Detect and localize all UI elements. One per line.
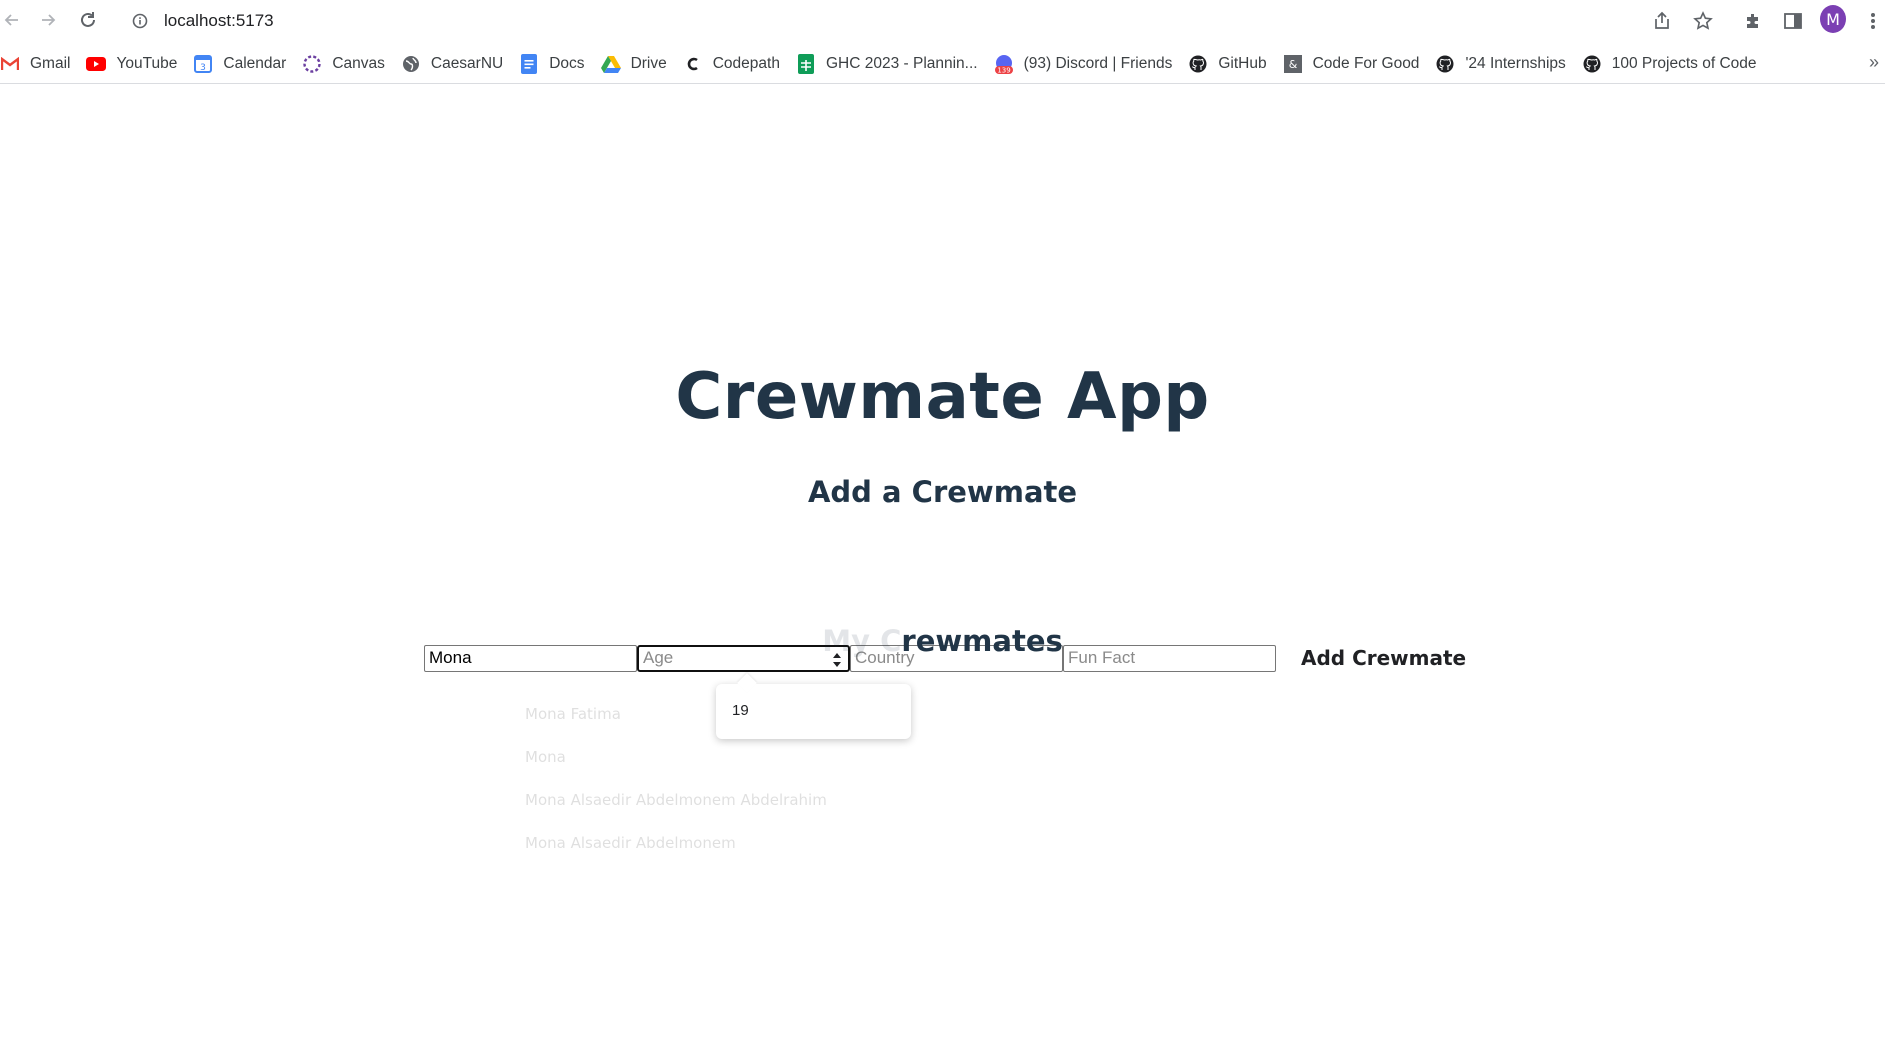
share-icon[interactable] bbox=[1649, 8, 1675, 34]
github-icon bbox=[1188, 54, 1208, 74]
bookmark-ghc-2023[interactable]: GHC 2023 - Plannin... bbox=[796, 48, 988, 80]
code-for-good-icon: & bbox=[1283, 54, 1303, 74]
my-crewmates-heading-visible-part: rewmates bbox=[901, 624, 1063, 658]
gmail-icon bbox=[0, 54, 20, 74]
profile-avatar[interactable]: M bbox=[1820, 5, 1846, 33]
bookmark-canvas[interactable]: Canvas bbox=[302, 48, 395, 80]
side-panel-icon[interactable] bbox=[1780, 8, 1806, 34]
browser-toolbar: localhost:5173 M bbox=[0, 0, 1885, 42]
github-icon bbox=[1435, 54, 1455, 74]
bookmark-drive[interactable]: Drive bbox=[600, 48, 677, 80]
bookmark-github[interactable]: GitHub bbox=[1188, 48, 1276, 80]
bookmark-100-projects[interactable]: 100 Projects of Code bbox=[1582, 48, 1767, 80]
autofill-option[interactable]: 19 bbox=[732, 702, 749, 719]
reload-icon[interactable] bbox=[76, 8, 100, 32]
chrome-menu-icon[interactable] bbox=[1860, 8, 1885, 34]
sheets-icon bbox=[796, 53, 816, 74]
bookmark-24-internships[interactable]: '24 Internships bbox=[1435, 48, 1575, 80]
github-icon bbox=[1582, 54, 1602, 74]
bookmark-docs[interactable]: Docs bbox=[519, 48, 594, 80]
ghost-entry: Mona Alsaedir Abdelmonem bbox=[525, 834, 736, 852]
globe-icon bbox=[401, 54, 421, 74]
discord-icon: 139 bbox=[994, 54, 1014, 74]
forward-arrow-icon[interactable] bbox=[36, 8, 60, 32]
codepath-icon bbox=[683, 54, 703, 74]
bookmarks-bar: Gmail YouTube 3 Calendar Canvas CaesarNU… bbox=[0, 44, 1885, 84]
avatar-letter: M bbox=[1820, 5, 1846, 33]
extensions-icon[interactable] bbox=[1740, 8, 1766, 34]
autofill-dropdown: 19 bbox=[716, 684, 911, 739]
discord-badge: 139 bbox=[997, 66, 1010, 74]
bookmark-caesarnu[interactable]: CaesarNU bbox=[401, 48, 513, 80]
my-crewmates-heading: My Crewmates bbox=[0, 624, 1885, 658]
bookmark-calendar[interactable]: 3 Calendar bbox=[193, 48, 296, 80]
address-bar[interactable]: localhost:5173 bbox=[124, 4, 1624, 38]
bookmark-gmail[interactable]: Gmail bbox=[0, 48, 80, 80]
youtube-icon bbox=[86, 54, 107, 74]
bookmark-discord[interactable]: 139 (93) Discord | Friends bbox=[994, 48, 1183, 80]
ghost-entry: Mona Fatima bbox=[525, 705, 621, 723]
svg-text:3: 3 bbox=[201, 63, 207, 73]
docs-icon bbox=[519, 53, 539, 74]
ghost-entry: Mona bbox=[525, 748, 566, 766]
bookmark-star-icon[interactable] bbox=[1690, 8, 1716, 34]
my-crewmates-heading-hidden-part: My C bbox=[822, 624, 902, 658]
ghost-entry: Mona Alsaedir Abdelmonem Abdelrahim bbox=[525, 791, 827, 809]
bookmarks-overflow-chevron-icon[interactable]: » bbox=[1869, 52, 1879, 73]
drive-icon bbox=[600, 54, 621, 74]
add-crewmate-heading: Add a Crewmate bbox=[807, 475, 1078, 509]
bookmark-youtube[interactable]: YouTube bbox=[86, 48, 187, 80]
bookmark-codepath[interactable]: Codepath bbox=[683, 48, 790, 80]
site-info-icon[interactable] bbox=[130, 11, 150, 31]
page-title: Crewmate App bbox=[675, 360, 1210, 434]
url-text: localhost:5173 bbox=[164, 11, 274, 30]
svg-text:&: & bbox=[1288, 58, 1297, 71]
calendar-icon: 3 bbox=[193, 54, 213, 74]
canvas-icon bbox=[302, 54, 322, 74]
back-arrow-icon[interactable] bbox=[0, 8, 24, 32]
bookmark-code-for-good[interactable]: & Code For Good bbox=[1283, 48, 1430, 80]
